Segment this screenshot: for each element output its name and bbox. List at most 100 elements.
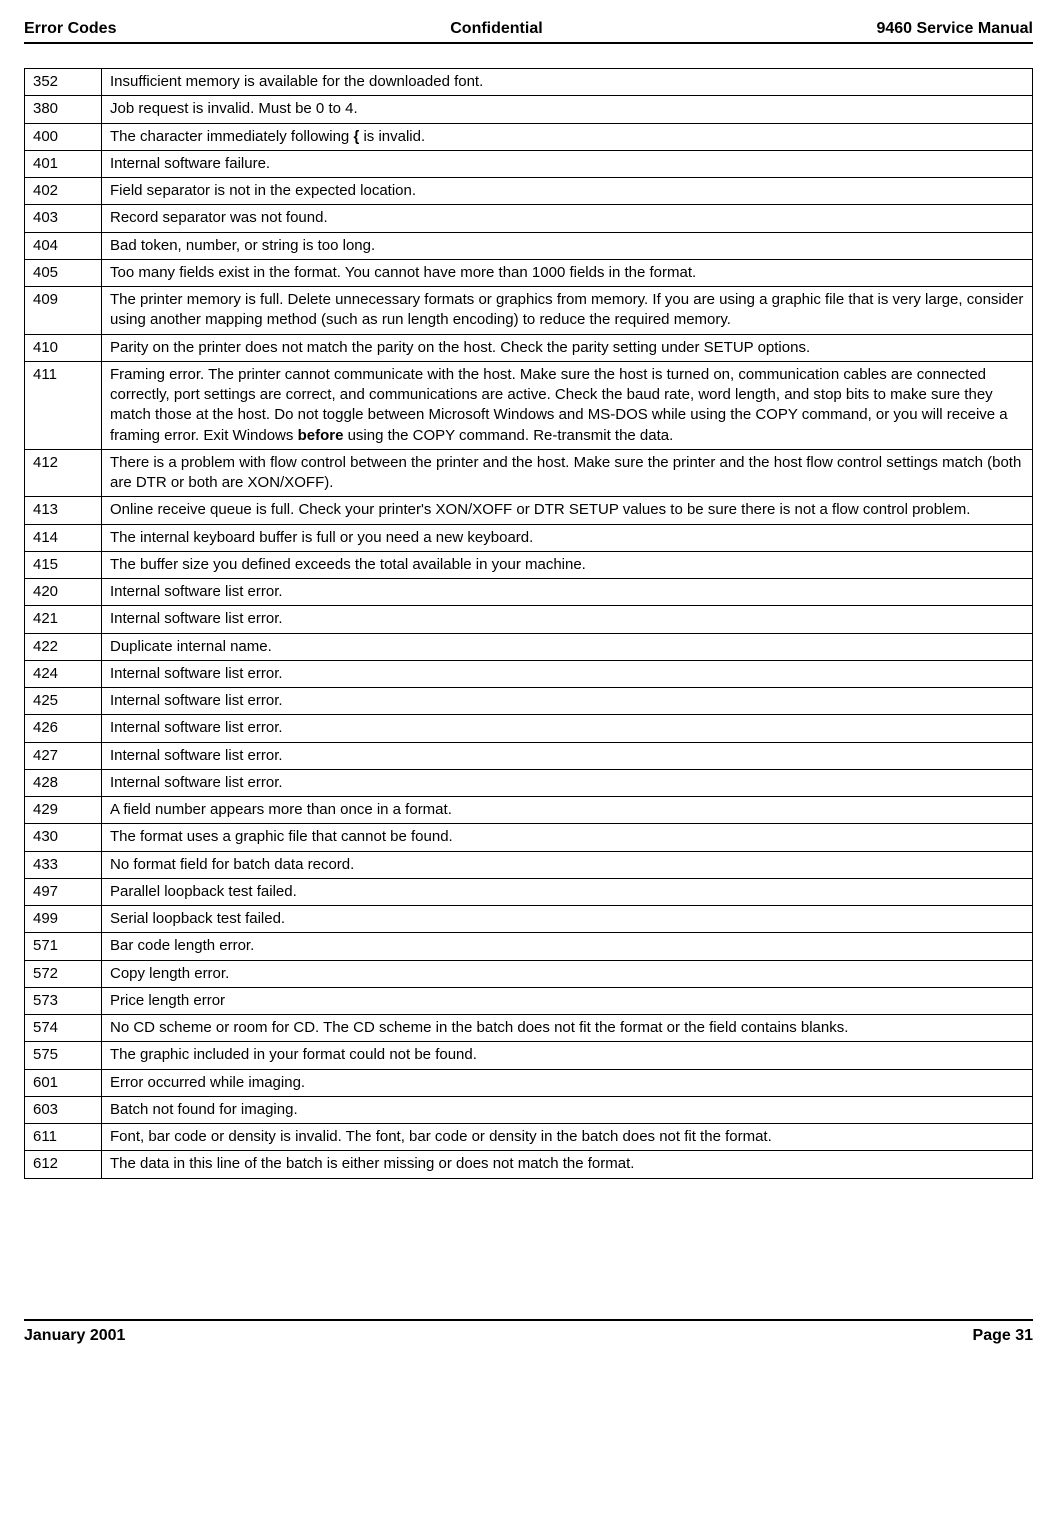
error-description-cell: The format uses a graphic file that cann…	[102, 824, 1033, 851]
error-description-cell: Framing error. The printer cannot commun…	[102, 361, 1033, 449]
page-header: Error Codes Confidential 9460 Service Ma…	[24, 20, 1033, 44]
error-code-cell: 499	[25, 906, 102, 933]
table-row: 429A field number appears more than once…	[25, 797, 1033, 824]
error-description-cell: No CD scheme or room for CD. The CD sche…	[102, 1015, 1033, 1042]
table-row: 427Internal software list error.	[25, 742, 1033, 769]
error-code-cell: 572	[25, 960, 102, 987]
header-center: Confidential	[450, 20, 542, 38]
error-description-cell: Batch not found for imaging.	[102, 1096, 1033, 1123]
error-code-cell: 611	[25, 1124, 102, 1151]
error-description-cell: There is a problem with flow control bet…	[102, 449, 1033, 497]
table-row: 422Duplicate internal name.	[25, 633, 1033, 660]
error-code-cell: 410	[25, 334, 102, 361]
error-code-cell: 574	[25, 1015, 102, 1042]
error-description-cell: Job request is invalid. Must be 0 to 4.	[102, 96, 1033, 123]
error-code-cell: 400	[25, 123, 102, 150]
error-description-cell: Serial loopback test failed.	[102, 906, 1033, 933]
table-row: 430The format uses a graphic file that c…	[25, 824, 1033, 851]
table-row: 571Bar code length error.	[25, 933, 1033, 960]
error-description-cell: Online receive queue is full. Check your…	[102, 497, 1033, 524]
header-left: Error Codes	[24, 20, 116, 38]
error-description-cell: The printer memory is full. Delete unnec…	[102, 287, 1033, 335]
error-code-cell: 380	[25, 96, 102, 123]
page-footer: January 2001 Page 31	[24, 1319, 1033, 1345]
error-code-cell: 352	[25, 69, 102, 96]
error-code-cell: 412	[25, 449, 102, 497]
error-code-cell: 409	[25, 287, 102, 335]
error-code-cell: 573	[25, 987, 102, 1014]
table-row: 421Internal software list error.	[25, 606, 1033, 633]
table-row: 410Parity on the printer does not match …	[25, 334, 1033, 361]
table-row: 603Batch not found for imaging.	[25, 1096, 1033, 1123]
table-row: 575The graphic included in your format c…	[25, 1042, 1033, 1069]
error-code-cell: 612	[25, 1151, 102, 1178]
error-code-cell: 425	[25, 688, 102, 715]
table-row: 404Bad token, number, or string is too l…	[25, 232, 1033, 259]
error-description-cell: Parity on the printer does not match the…	[102, 334, 1033, 361]
error-code-cell: 430	[25, 824, 102, 851]
table-row: 414The internal keyboard buffer is full …	[25, 524, 1033, 551]
error-description-cell: Internal software list error.	[102, 742, 1033, 769]
error-code-cell: 414	[25, 524, 102, 551]
footer-right: Page 31	[973, 1327, 1033, 1345]
error-description-cell: The buffer size you defined exceeds the …	[102, 551, 1033, 578]
error-code-cell: 421	[25, 606, 102, 633]
table-row: 352Insufficient memory is available for …	[25, 69, 1033, 96]
error-code-cell: 426	[25, 715, 102, 742]
error-description-cell: Internal software list error.	[102, 579, 1033, 606]
error-description-cell: Price length error	[102, 987, 1033, 1014]
table-row: 413Online receive queue is full. Check y…	[25, 497, 1033, 524]
error-code-cell: 429	[25, 797, 102, 824]
error-description-cell: Internal software list error.	[102, 606, 1033, 633]
table-row: 380Job request is invalid. Must be 0 to …	[25, 96, 1033, 123]
error-description-cell: Bad token, number, or string is too long…	[102, 232, 1033, 259]
error-code-cell: 603	[25, 1096, 102, 1123]
error-code-cell: 427	[25, 742, 102, 769]
error-description-cell: The data in this line of the batch is ei…	[102, 1151, 1033, 1178]
table-row: 601Error occurred while imaging.	[25, 1069, 1033, 1096]
error-description-cell: Internal software list error.	[102, 715, 1033, 742]
error-code-cell: 420	[25, 579, 102, 606]
error-code-cell: 413	[25, 497, 102, 524]
table-row: 400The character immediately following {…	[25, 123, 1033, 150]
error-description-cell: The internal keyboard buffer is full or …	[102, 524, 1033, 551]
footer-left: January 2001	[24, 1327, 125, 1345]
error-description-cell: Bar code length error.	[102, 933, 1033, 960]
error-description-cell: No format field for batch data record.	[102, 851, 1033, 878]
error-description-cell: Internal software list error.	[102, 660, 1033, 687]
error-description-cell: A field number appears more than once in…	[102, 797, 1033, 824]
error-description-cell: Too many fields exist in the format. You…	[102, 259, 1033, 286]
error-description-cell: Copy length error.	[102, 960, 1033, 987]
table-row: 428Internal software list error.	[25, 769, 1033, 796]
error-code-cell: 422	[25, 633, 102, 660]
error-code-cell: 497	[25, 878, 102, 905]
error-description-cell: Insufficient memory is available for the…	[102, 69, 1033, 96]
table-row: 403Record separator was not found.	[25, 205, 1033, 232]
error-code-cell: 424	[25, 660, 102, 687]
error-description-cell: Parallel loopback test failed.	[102, 878, 1033, 905]
table-row: 411Framing error. The printer cannot com…	[25, 361, 1033, 449]
error-code-cell: 411	[25, 361, 102, 449]
table-row: 573Price length error	[25, 987, 1033, 1014]
error-description-cell: Field separator is not in the expected l…	[102, 178, 1033, 205]
table-row: 405Too many fields exist in the format. …	[25, 259, 1033, 286]
error-description-cell: Internal software list error.	[102, 769, 1033, 796]
table-row: 426Internal software list error.	[25, 715, 1033, 742]
table-row: 433No format field for batch data record…	[25, 851, 1033, 878]
table-row: 415The buffer size you defined exceeds t…	[25, 551, 1033, 578]
header-right: 9460 Service Manual	[876, 20, 1033, 38]
table-row: 612The data in this line of the batch is…	[25, 1151, 1033, 1178]
error-code-cell: 403	[25, 205, 102, 232]
table-row: 574No CD scheme or room for CD. The CD s…	[25, 1015, 1033, 1042]
error-description-cell: The character immediately following { is…	[102, 123, 1033, 150]
table-row: 424Internal software list error.	[25, 660, 1033, 687]
error-description-cell: Error occurred while imaging.	[102, 1069, 1033, 1096]
error-description-cell: Font, bar code or density is invalid. Th…	[102, 1124, 1033, 1151]
error-code-cell: 601	[25, 1069, 102, 1096]
error-description-cell: Internal software failure.	[102, 150, 1033, 177]
table-row: 499Serial loopback test failed.	[25, 906, 1033, 933]
error-code-cell: 402	[25, 178, 102, 205]
table-row: 572Copy length error.	[25, 960, 1033, 987]
error-description-cell: The graphic included in your format coul…	[102, 1042, 1033, 1069]
table-row: 402Field separator is not in the expecte…	[25, 178, 1033, 205]
